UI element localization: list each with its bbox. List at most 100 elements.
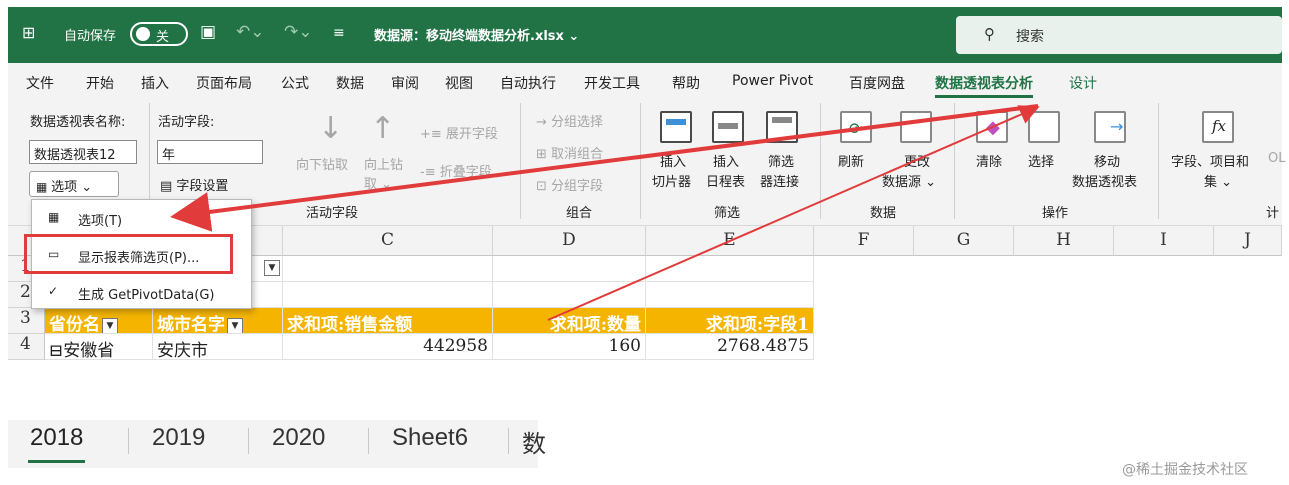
group-field-button[interactable]: ⊡ 分组字段 — [536, 175, 603, 194]
tab-baidu-netdisk[interactable]: 百度网盘 — [849, 73, 905, 93]
pivot-name-label: 数据透视表名称: — [30, 115, 126, 130]
tab-separator — [128, 428, 129, 454]
insert-timeline-line2[interactable]: 日程表 — [706, 171, 745, 190]
cell-province[interactable]: ⊟安徽省 — [45, 334, 153, 360]
fields-items-line1[interactable]: 字段、项目和 — [1171, 151, 1249, 170]
change-source-line2[interactable]: 数据源 ⌄ — [882, 171, 936, 190]
refresh-button[interactable]: 刷新 — [838, 151, 864, 170]
tab-formulas[interactable]: 公式 — [281, 73, 309, 93]
cell-quantity[interactable]: 160 — [493, 334, 646, 360]
column-header-j[interactable]: J — [1214, 226, 1282, 256]
expand-field-button[interactable]: +≡ 展开字段 — [420, 123, 498, 142]
cell-c1[interactable] — [283, 256, 493, 282]
expand-icon: +≡ — [420, 127, 446, 142]
cell-d2[interactable] — [493, 282, 646, 308]
column-header-d[interactable]: D — [493, 226, 646, 256]
group-divider — [820, 103, 821, 219]
customize-quick-access-icon[interactable]: ≡ — [333, 25, 345, 41]
sheet-tab-2018[interactable]: 2018 — [27, 424, 86, 463]
insert-slicer-line2[interactable]: 切片器 — [652, 171, 691, 190]
menu-item-generate-getpivotdata[interactable]: ✓ 生成 GetPivotData(G) — [32, 277, 251, 307]
tab-help[interactable]: 帮助 — [672, 73, 700, 93]
select-button[interactable]: 选择 — [1028, 151, 1054, 170]
city-filter-icon[interactable]: ▼ — [227, 317, 243, 333]
column-header-e[interactable]: E — [646, 226, 814, 256]
pivot-header-field1[interactable]: 求和项:字段1 — [646, 308, 814, 334]
province-filter-icon[interactable]: ▼ — [102, 317, 118, 333]
toggle-text: 关 — [156, 30, 170, 45]
menu-item-options-label: 选项(T) — [78, 214, 123, 229]
change-source-line1[interactable]: 更改 — [904, 151, 930, 170]
tab-file[interactable]: 文件 — [26, 73, 54, 93]
drill-down-button[interactable]: 向下钻取 — [296, 154, 348, 173]
group-divider — [1158, 103, 1159, 219]
row-header-4[interactable]: 4 — [8, 334, 45, 360]
column-header-i[interactable]: I — [1114, 226, 1214, 256]
tab-design[interactable]: 设计 — [1069, 73, 1097, 93]
drill-up-button[interactable]: 向上钻取 ⌄ — [364, 154, 412, 192]
olap-tools-button[interactable]: OL — [1268, 151, 1285, 166]
checkmark-icon: ✓ — [48, 284, 59, 298]
tab-developer[interactable]: 开发工具 — [584, 73, 640, 93]
collapse-field-button[interactable]: -≡ 折叠字段 — [420, 161, 492, 180]
tab-pivottable-analyze[interactable]: 数据透视表分析 — [935, 73, 1033, 98]
field-settings-button[interactable]: ▤ 字段设置 — [160, 175, 228, 194]
clear-button[interactable]: 清除 — [976, 151, 1002, 170]
fields-items-line2[interactable]: 集 ⌄ — [1204, 171, 1232, 190]
options-button[interactable]: ▦ 选项 ⌄ — [29, 171, 119, 197]
autosave-label: 自动保存 — [64, 29, 117, 44]
tab-automate[interactable]: 自动执行 — [500, 73, 556, 93]
save-icon[interactable]: ▣ — [200, 22, 216, 42]
insert-slicer-line1[interactable]: 插入 — [660, 151, 686, 170]
pivot-header-city[interactable]: 城市名字 ▼ — [153, 308, 283, 334]
cell-field1[interactable]: 2768.4875 — [646, 334, 814, 360]
group-field-icon: ⊡ — [536, 179, 552, 194]
sheet-tab-sheet6[interactable]: Sheet6 — [392, 424, 468, 452]
filter-dropdown-icon[interactable]: ▼ — [264, 260, 280, 276]
pivot-header-province[interactable]: 省份名 ▼ — [45, 308, 153, 334]
undo-icon[interactable]: ↶⌄ — [236, 22, 265, 42]
tab-view[interactable]: 视图 — [445, 73, 473, 93]
cell-c2[interactable] — [283, 282, 493, 308]
tab-insert[interactable]: 插入 — [141, 73, 169, 93]
filter-connections-line1[interactable]: 筛选 — [768, 151, 794, 170]
tab-home[interactable]: 开始 — [86, 73, 114, 93]
tab-page-layout[interactable]: 页面布局 — [196, 73, 252, 93]
tab-data[interactable]: 数据 — [336, 73, 364, 93]
sheet-tab-2020[interactable]: 2020 — [272, 424, 325, 452]
cell-e1[interactable] — [646, 256, 814, 282]
row-header-3[interactable]: 3 — [8, 308, 45, 334]
menu-item-options[interactable]: ▦ 选项(T) — [32, 203, 251, 233]
group-selection-button[interactable]: → 分组选择 — [536, 111, 603, 130]
ungroup-button[interactable]: ⊞ 取消组合 — [536, 143, 603, 162]
group-divider — [640, 103, 641, 219]
cell-city[interactable]: 安庆市 — [153, 334, 283, 360]
cell-sales-amount[interactable]: 442958 — [283, 334, 493, 360]
search-box[interactable]: ⚲ 搜索 — [956, 16, 1282, 54]
cell-d1[interactable] — [493, 256, 646, 282]
active-field-input[interactable]: 年 — [157, 140, 263, 164]
insert-timeline-line1[interactable]: 插入 — [713, 151, 739, 170]
sheet-tab-partial[interactable]: 数 — [522, 424, 546, 459]
sheet-tab-2019[interactable]: 2019 — [152, 424, 205, 452]
pivot-header-quantity[interactable]: 求和项:数量 — [493, 308, 646, 334]
move-pivottable-line2[interactable]: 数据透视表 — [1072, 171, 1137, 190]
filter-connections-line2[interactable]: 器连接 — [760, 171, 799, 190]
autosave-toggle[interactable]: 关 — [130, 22, 188, 46]
move-pivottable-line1[interactable]: 移动 — [1094, 151, 1120, 170]
tab-separator — [248, 428, 249, 454]
timeline-icon — [712, 111, 744, 143]
column-header-f[interactable]: F — [814, 226, 914, 256]
tab-power-pivot[interactable]: Power Pivot — [732, 73, 813, 89]
tab-review[interactable]: 审阅 — [391, 73, 419, 93]
document-filename[interactable]: 数据源：移动终端数据分析.xlsx ⌄ — [374, 25, 579, 44]
filter-connections-icon — [766, 111, 798, 143]
column-header-c[interactable]: C — [283, 226, 493, 256]
pivot-name-input[interactable]: 数据透视表12 — [29, 140, 137, 164]
pivot-header-sales[interactable]: 求和项:销售金额 — [283, 308, 493, 334]
province-header-text: 省份名 — [49, 315, 100, 334]
column-header-h[interactable]: H — [1014, 226, 1114, 256]
redo-icon[interactable]: ↷⌄ — [284, 22, 313, 42]
column-header-g[interactable]: G — [914, 226, 1014, 256]
cell-e2[interactable] — [646, 282, 814, 308]
